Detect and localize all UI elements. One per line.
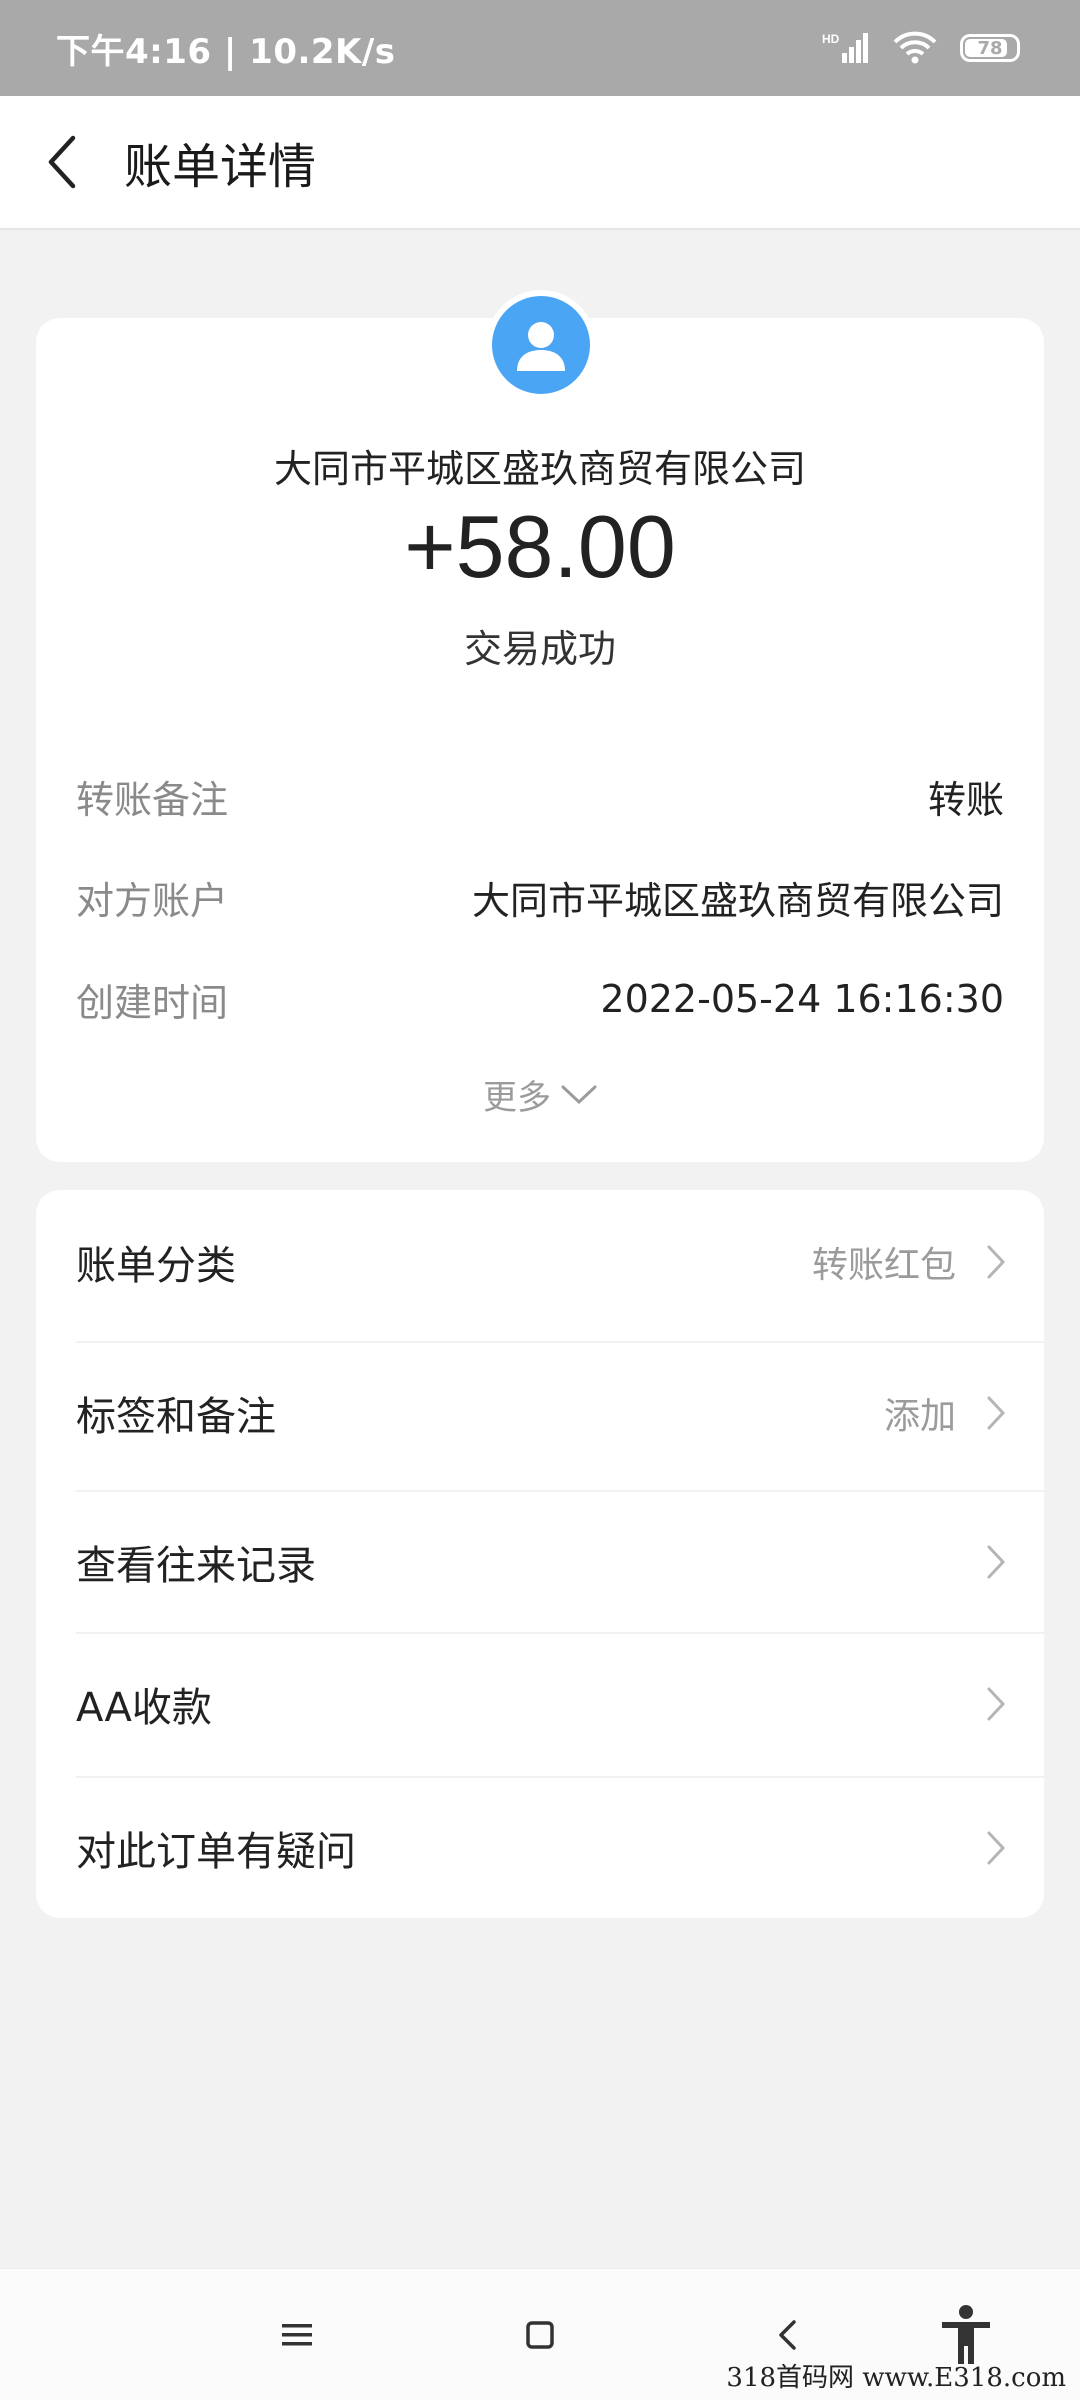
user-icon bbox=[517, 322, 565, 371]
menu-card: 账单分类 转账红包 标签和备注 添加 查看往来记录 AA收款 对此订单有疑问 bbox=[36, 1190, 1044, 1918]
page-title: 账单详情 bbox=[124, 139, 317, 195]
menu-item-history[interactable]: 查看往来记录 bbox=[36, 1490, 1044, 1634]
menu-icon bbox=[282, 2324, 312, 2346]
chevron-right-icon bbox=[987, 1831, 1006, 1865]
menu-item-label: 标签和备注 bbox=[76, 1394, 276, 1440]
status-time-speed: 下午4:16 | 10.2K/s bbox=[56, 31, 396, 72]
transaction-status: 交易成功 bbox=[463, 627, 616, 671]
home-nav-button[interactable] bbox=[500, 2295, 580, 2375]
menu-item-tags-notes[interactable]: 标签和备注 添加 bbox=[36, 1341, 1044, 1485]
menu-item-value: 转账红包 bbox=[811, 1245, 956, 1286]
status-icons: HD 78 bbox=[822, 30, 1020, 66]
chevron-down-icon bbox=[561, 1085, 597, 1104]
transaction-card: 大同市平城区盛玖商贸有限公司 +58.00 交易成功 转账备注 转账 对方账户 … bbox=[36, 290, 1044, 1162]
app-header: 账单详情 bbox=[0, 96, 1080, 230]
chevron-left-icon bbox=[779, 2320, 796, 2350]
counterparty-name: 大同市平城区盛玖商贸有限公司 bbox=[273, 447, 806, 491]
more-button[interactable]: 更多 bbox=[36, 1070, 1044, 1119]
network-badge: HD bbox=[822, 32, 840, 46]
menu-item-label: 查看往来记录 bbox=[76, 1543, 316, 1589]
menu-item-value: 添加 bbox=[883, 1396, 956, 1437]
detail-label: 创建时间 bbox=[76, 980, 229, 1025]
chevron-right-icon bbox=[987, 1396, 1006, 1430]
detail-row-remark: 转账备注 转账 bbox=[76, 766, 1004, 826]
home-square-icon bbox=[526, 2321, 554, 2349]
detail-row-created-time: 创建时间 2022-05-24 16:16:30 bbox=[76, 969, 1004, 1029]
chevron-right-icon bbox=[987, 1687, 1006, 1721]
menu-item-bill-category[interactable]: 账单分类 转账红包 bbox=[36, 1190, 1044, 1334]
menu-item-label: AA收款 bbox=[76, 1685, 212, 1731]
signal-icon: HD bbox=[822, 31, 870, 65]
chevron-right-icon bbox=[987, 1545, 1006, 1579]
menu-item-label: 账单分类 bbox=[76, 1243, 236, 1289]
battery-icon: 78 bbox=[960, 34, 1020, 62]
menu-nav-button[interactable] bbox=[257, 2295, 337, 2375]
chevron-right-icon bbox=[987, 1245, 1006, 1279]
back-button[interactable] bbox=[0, 95, 124, 229]
detail-value: 大同市平城区盛玖商贸有限公司 bbox=[471, 878, 1004, 923]
detail-row-account: 对方账户 大同市平城区盛玖商贸有限公司 bbox=[76, 867, 1004, 927]
menu-item-label: 对此订单有疑问 bbox=[76, 1829, 356, 1875]
menu-item-order-question[interactable]: 对此订单有疑问 bbox=[36, 1776, 1044, 1920]
detail-label: 转账备注 bbox=[76, 777, 229, 822]
wifi-icon bbox=[892, 30, 938, 66]
detail-value: 2022-05-24 16:16:30 bbox=[600, 977, 1004, 1021]
chevron-left-icon bbox=[48, 135, 76, 189]
avatar bbox=[486, 290, 596, 400]
transaction-amount: +58.00 bbox=[404, 497, 676, 596]
detail-value: 转账 bbox=[927, 777, 1004, 822]
more-label: 更多 bbox=[483, 1078, 551, 1118]
menu-item-aa-collect[interactable]: AA收款 bbox=[36, 1632, 1044, 1776]
battery-level: 78 bbox=[977, 37, 1003, 59]
detail-label: 对方账户 bbox=[76, 878, 229, 923]
watermark: 318首码网 www.E318.com bbox=[726, 2363, 1066, 2393]
status-bar: 下午4:16 | 10.2K/s HD 78 bbox=[0, 0, 1080, 96]
